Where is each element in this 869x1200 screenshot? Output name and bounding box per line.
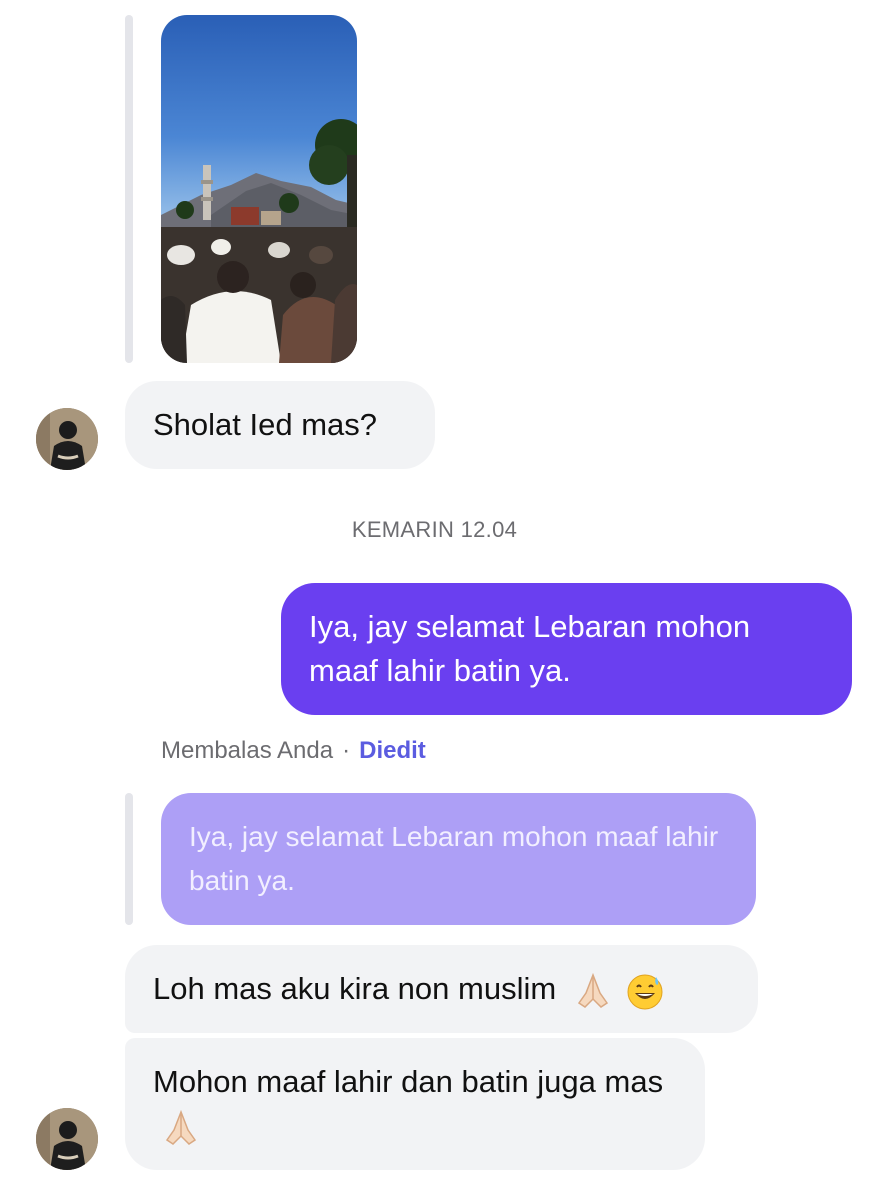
person-silhouette-icon (36, 408, 98, 470)
message-text: Loh mas aku kira non muslim (153, 971, 557, 1006)
message-text: Iya, jay selamat Lebaran mohon maaf lahi… (309, 609, 751, 688)
incoming-message-bubble[interactable]: Mohon maaf lahir dan batin juga mas (125, 1038, 705, 1170)
reply-indicator-bar (125, 793, 133, 925)
outgoing-message-bubble[interactable]: Iya, jay selamat Lebaran mohon maaf lahi… (281, 583, 852, 715)
contact-avatar[interactable] (36, 1108, 98, 1170)
message-text: Mohon maaf lahir dan batin juga mas (153, 1064, 664, 1099)
incoming-message-bubble[interactable]: Loh mas aku kira non muslim (125, 945, 758, 1033)
folded-hands-icon (577, 972, 608, 1008)
separator-dot: · (342, 737, 351, 764)
photo-message[interactable] (161, 15, 357, 363)
edited-label[interactable]: Diedit (359, 737, 426, 764)
date-separator: KEMARIN 12.04 (351, 517, 518, 542)
quoted-message-bubble[interactable]: Iya, jay selamat Lebaran mohon maaf lahi… (161, 793, 756, 925)
quoted-text: Iya, jay selamat Lebaran mohon maaf lahi… (189, 821, 719, 896)
message-text: Sholat Ied mas? (153, 407, 378, 442)
person-silhouette-icon (36, 1108, 98, 1170)
contact-avatar[interactable] (36, 408, 98, 470)
grinning-sweat-icon (627, 974, 663, 1010)
photo-prayer-crowd-icon (161, 119, 357, 363)
incoming-message-bubble[interactable]: Sholat Ied mas? (125, 381, 435, 469)
reply-indicator-bar (125, 15, 133, 363)
replying-to-label: Membalas Anda (161, 737, 334, 764)
reply-context-label: Membalas Anda · Diedit (161, 737, 426, 765)
folded-hands-icon (165, 1109, 197, 1145)
